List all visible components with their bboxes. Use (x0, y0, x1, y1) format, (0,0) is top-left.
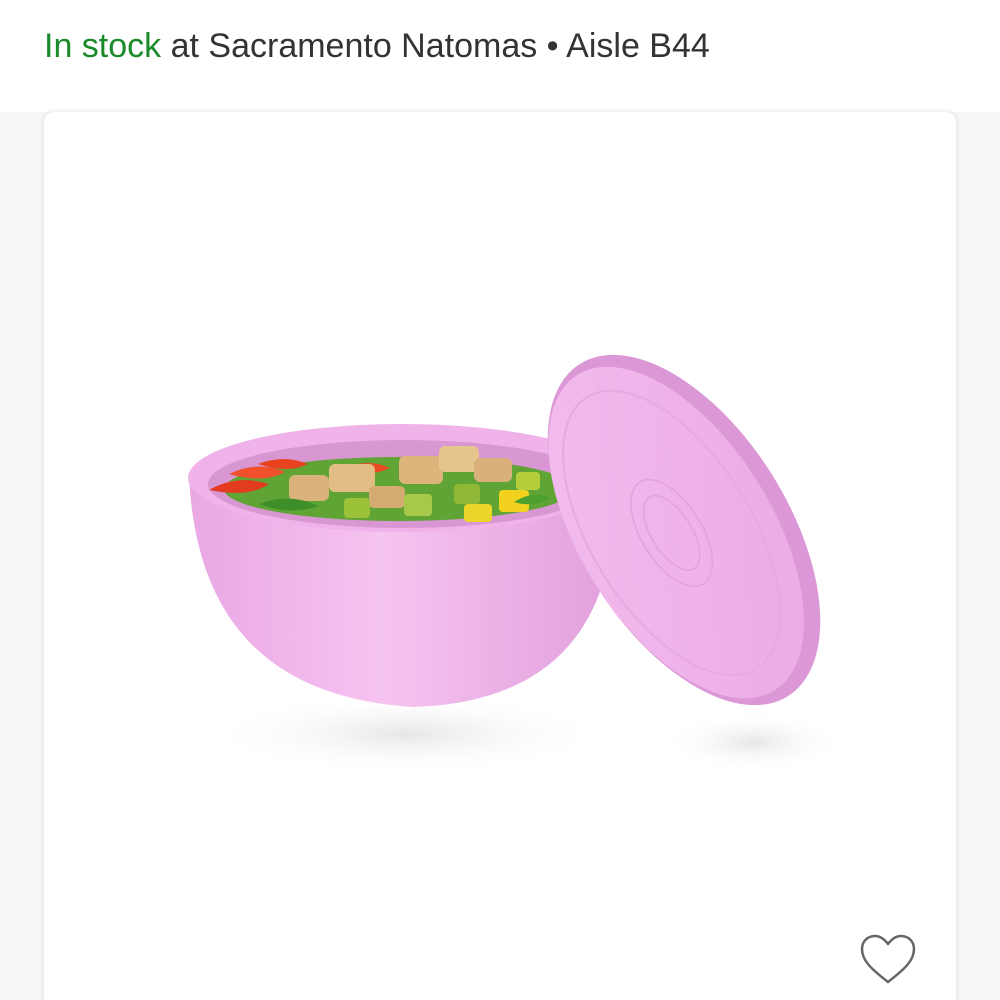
favorite-button[interactable] (856, 930, 920, 990)
product-image-card[interactable] (44, 112, 956, 1000)
lid-shadow (664, 712, 844, 772)
availability-line: In stock at Sacramento Natomas • Aisle B… (44, 22, 710, 70)
aisle-location: Aisle B44 (566, 27, 710, 65)
product-image[interactable] (44, 112, 956, 1000)
separator-bullet: • (537, 27, 567, 65)
heart-outline-icon (860, 934, 916, 984)
stock-status: In stock (44, 27, 162, 65)
store-location[interactable]: at Sacramento Natomas (161, 27, 538, 65)
product-page: In stock at Sacramento Natomas • Aisle B… (0, 0, 1000, 1000)
